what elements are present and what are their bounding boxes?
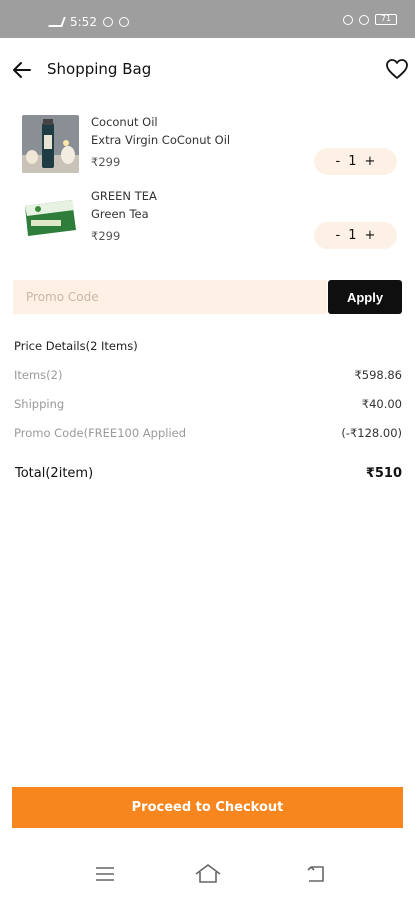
back-nav-button[interactable] bbox=[303, 862, 333, 888]
signal-icon bbox=[48, 17, 66, 27]
battery-icon: 71 bbox=[375, 14, 397, 25]
app-icon bbox=[118, 17, 129, 27]
product-image-green-tea bbox=[22, 192, 79, 250]
price-row-items: Items(2) ₹598.86 bbox=[14, 368, 402, 382]
product-price: ₹299 bbox=[91, 229, 121, 243]
price-row-label: Items(2) bbox=[14, 368, 63, 382]
total-value: ₹510 bbox=[365, 466, 402, 481]
promo-code-row: Apply bbox=[13, 280, 402, 314]
price-row-value: (-₹128.00) bbox=[341, 426, 402, 440]
product-subtitle: Extra Virgin CoConut Oil bbox=[91, 133, 231, 147]
menu-button[interactable] bbox=[92, 862, 122, 888]
promo-code-input[interactable] bbox=[13, 280, 327, 314]
status-time: 5:52 bbox=[70, 15, 97, 29]
product-subtitle: Green Tea bbox=[91, 207, 149, 221]
apply-button[interactable]: Apply bbox=[328, 280, 402, 314]
home-button[interactable] bbox=[193, 862, 223, 888]
total-label: Total(2item) bbox=[15, 466, 94, 481]
arrow-left-icon bbox=[13, 62, 31, 78]
status-bar: 5:52 71 bbox=[0, 0, 415, 38]
page-title: Shopping Bag bbox=[47, 60, 152, 78]
back-button[interactable] bbox=[10, 58, 34, 82]
quantity-stepper: - 1 + bbox=[314, 148, 397, 175]
system-navigation-bar bbox=[0, 852, 415, 900]
proceed-to-checkout-button[interactable]: Proceed to Checkout bbox=[12, 787, 403, 828]
menu-icon bbox=[96, 867, 114, 881]
price-row-label: Promo Code(FREE100 Applied bbox=[14, 426, 187, 440]
price-row-label: Shipping bbox=[14, 397, 65, 411]
wishlist-button[interactable] bbox=[385, 58, 411, 82]
quantity-value: 1 bbox=[348, 228, 357, 243]
price-details-title: Price Details(2 Items) bbox=[14, 339, 138, 353]
increment-button[interactable]: + bbox=[365, 228, 376, 243]
product-name: Coconut Oil bbox=[91, 115, 158, 129]
battery-level: 71 bbox=[380, 14, 392, 23]
back-icon bbox=[307, 866, 324, 882]
notification-icon bbox=[102, 17, 113, 27]
wifi-icon bbox=[359, 14, 369, 25]
increment-button[interactable]: + bbox=[365, 154, 376, 169]
home-icon bbox=[195, 864, 221, 883]
quantity-value: 1 bbox=[348, 154, 357, 169]
decrement-button[interactable]: - bbox=[336, 154, 341, 169]
price-row-shipping: Shipping ₹40.00 bbox=[14, 397, 402, 411]
app-header: Shopping Bag bbox=[0, 52, 415, 88]
price-row-value: ₹598.86 bbox=[354, 368, 402, 382]
alarm-icon bbox=[343, 14, 353, 25]
cart-item[interactable]: GREEN TEA Green Tea ₹299 - 1 + bbox=[0, 189, 415, 259]
heart-icon bbox=[386, 59, 408, 79]
product-name: GREEN TEA bbox=[91, 189, 157, 203]
quantity-stepper: - 1 + bbox=[314, 222, 397, 249]
product-image-coconut-oil bbox=[22, 115, 79, 173]
decrement-button[interactable]: - bbox=[336, 228, 341, 243]
cart-item[interactable]: Coconut Oil Extra Virgin CoConut Oil ₹29… bbox=[0, 115, 415, 185]
total-row: Total(2item) ₹510 bbox=[15, 466, 402, 481]
price-row-promo: Promo Code(FREE100 Applied (-₹128.00) bbox=[14, 426, 402, 440]
price-row-value: ₹40.00 bbox=[361, 397, 402, 411]
product-price: ₹299 bbox=[91, 155, 121, 169]
